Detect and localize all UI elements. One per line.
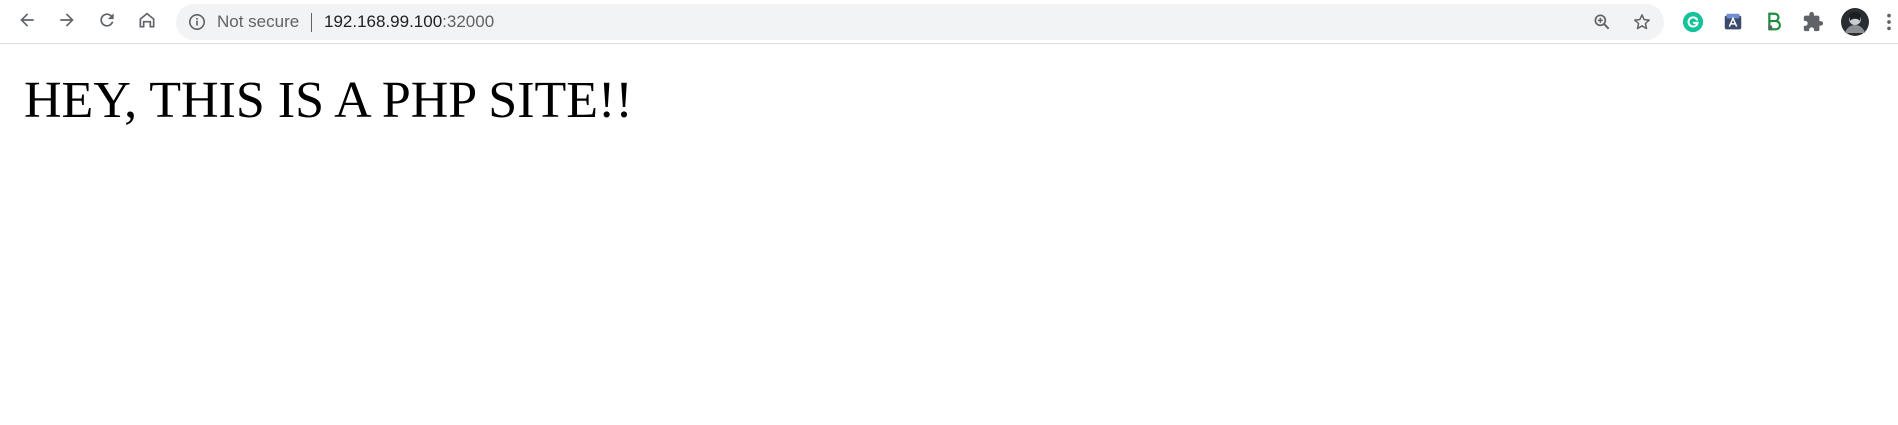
url-port: :32000 [442,12,495,31]
page-content: HEY, THIS IS A PHP SITE!! [0,44,1898,425]
home-button[interactable] [131,6,163,38]
zoom-in-icon[interactable] [1590,10,1614,34]
url-text[interactable]: 192.168.99.100:32000 [324,13,494,31]
star-icon[interactable] [1630,10,1654,34]
back-button[interactable] [11,6,43,38]
reload-icon [97,10,117,35]
browser-toolbar: Not secure 192.168.99.100:32000 [0,0,1898,44]
arrow-left-icon [17,10,37,35]
puzzle-extension-icon[interactable] [1800,9,1826,35]
info-icon[interactable] [187,12,207,32]
green-extension-icon[interactable] [1760,9,1786,35]
omnibox-divider [311,13,312,32]
arrow-right-icon [57,10,77,35]
grammarly-extension-icon[interactable] [1680,9,1706,35]
more-vertical-icon[interactable] [1882,9,1896,35]
url-host: 192.168.99.100 [324,12,443,31]
page-heading: HEY, THIS IS A PHP SITE!! [24,72,633,129]
address-bar[interactable]: Not secure 192.168.99.100:32000 [176,4,1664,40]
security-status-label[interactable]: Not secure [217,13,299,31]
reload-button[interactable] [91,6,123,38]
home-icon [137,10,157,35]
avatar-icon[interactable] [1840,7,1870,37]
translate-extension-icon[interactable] [1720,9,1746,35]
forward-button[interactable] [51,6,83,38]
